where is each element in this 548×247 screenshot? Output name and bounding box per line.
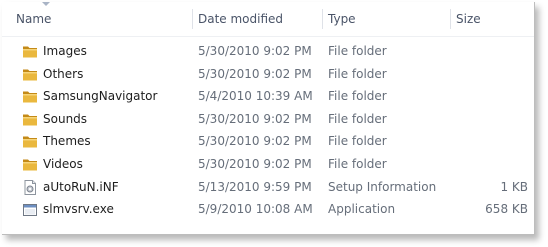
file-size: 1 KB [500, 179, 528, 194]
file-type: File folder [328, 156, 387, 171]
column-header-date-modified[interactable]: Date modified [192, 2, 322, 36]
file-type: File folder [328, 134, 387, 149]
file-name: Themes [43, 134, 91, 149]
file-type: Application [328, 202, 396, 217]
file-name: aUtoRuN.iNF [43, 179, 119, 194]
file-row[interactable]: Sounds 5/30/2010 9:02 PM File folder [2, 108, 534, 131]
file-type: File folder [328, 111, 387, 126]
file-row[interactable]: Themes 5/30/2010 9:02 PM File folder [2, 130, 534, 153]
file-size [450, 40, 528, 63]
file-type: File folder [328, 66, 387, 81]
file-row[interactable]: Videos 5/30/2010 9:02 PM File folder [2, 153, 534, 176]
file-row[interactable]: SamsungNavigator 5/4/2010 10:39 AM File fo… [2, 85, 534, 108]
folder-icon [22, 157, 38, 172]
file-size [450, 85, 528, 108]
file-size [450, 130, 528, 153]
column-header-name-label: Name [16, 12, 52, 26]
column-header-size-label: Size [456, 12, 481, 26]
file-date-modified: 5/30/2010 9:02 PM [198, 111, 312, 126]
file-date-modified: 5/4/2010 10:39 AM [198, 89, 313, 104]
file-type: Setup Information [328, 179, 437, 194]
folder-icon [22, 89, 38, 104]
file-row[interactable]: slmvsrv.exe 5/9/2010 10:08 AM Application 6… [2, 198, 534, 221]
file-name: slmvsrv.exe [43, 202, 114, 217]
file-type: File folder [328, 89, 387, 104]
file-list: Images 5/30/2010 9:02 PM File folder Others… [2, 40, 534, 221]
folder-icon [22, 44, 38, 59]
file-size [450, 108, 528, 131]
folder-icon [22, 134, 38, 149]
file-list-window: Name Date modified Type Size Images 5/30/… [2, 2, 535, 235]
column-header-name[interactable]: Name [2, 2, 192, 36]
folder-icon [22, 67, 38, 82]
application-icon [22, 202, 38, 217]
file-date-modified: 5/9/2010 10:08 AM [198, 202, 313, 217]
file-date-modified: 5/13/2010 9:59 PM [198, 179, 312, 194]
column-header-type-label: Type [328, 12, 356, 26]
column-header-bar: Name Date modified Type Size [2, 2, 534, 37]
column-header-type[interactable]: Type [322, 2, 450, 36]
file-name: Others [43, 66, 84, 81]
file-row[interactable]: Others 5/30/2010 9:02 PM File folder [2, 63, 534, 86]
file-date-modified: 5/30/2010 9:02 PM [198, 156, 312, 171]
file-name: SamsungNavigator [43, 89, 158, 104]
sort-arrow-icon [42, 2, 50, 6]
file-name: Videos [43, 156, 83, 171]
file-size: 658 KB [485, 202, 528, 217]
file-date-modified: 5/30/2010 9:02 PM [198, 66, 312, 81]
file-date-modified: 5/30/2010 9:02 PM [198, 44, 312, 58]
file-type: File folder [328, 44, 387, 58]
setup-file-icon [22, 179, 38, 195]
folder-icon [22, 112, 38, 127]
file-date-modified: 5/30/2010 9:02 PM [198, 134, 312, 149]
column-header-date-label: Date modified [198, 12, 284, 26]
file-row[interactable]: Images 5/30/2010 9:02 PM File folder [2, 40, 534, 63]
file-row[interactable]: aUtoRuN.iNF 5/13/2010 9:59 PM Setup Inform… [2, 176, 534, 199]
column-header-size[interactable]: Size [450, 2, 534, 36]
file-name: Sounds [43, 111, 88, 126]
file-size [450, 153, 528, 176]
file-size [450, 63, 528, 86]
file-name: Images [43, 44, 87, 58]
